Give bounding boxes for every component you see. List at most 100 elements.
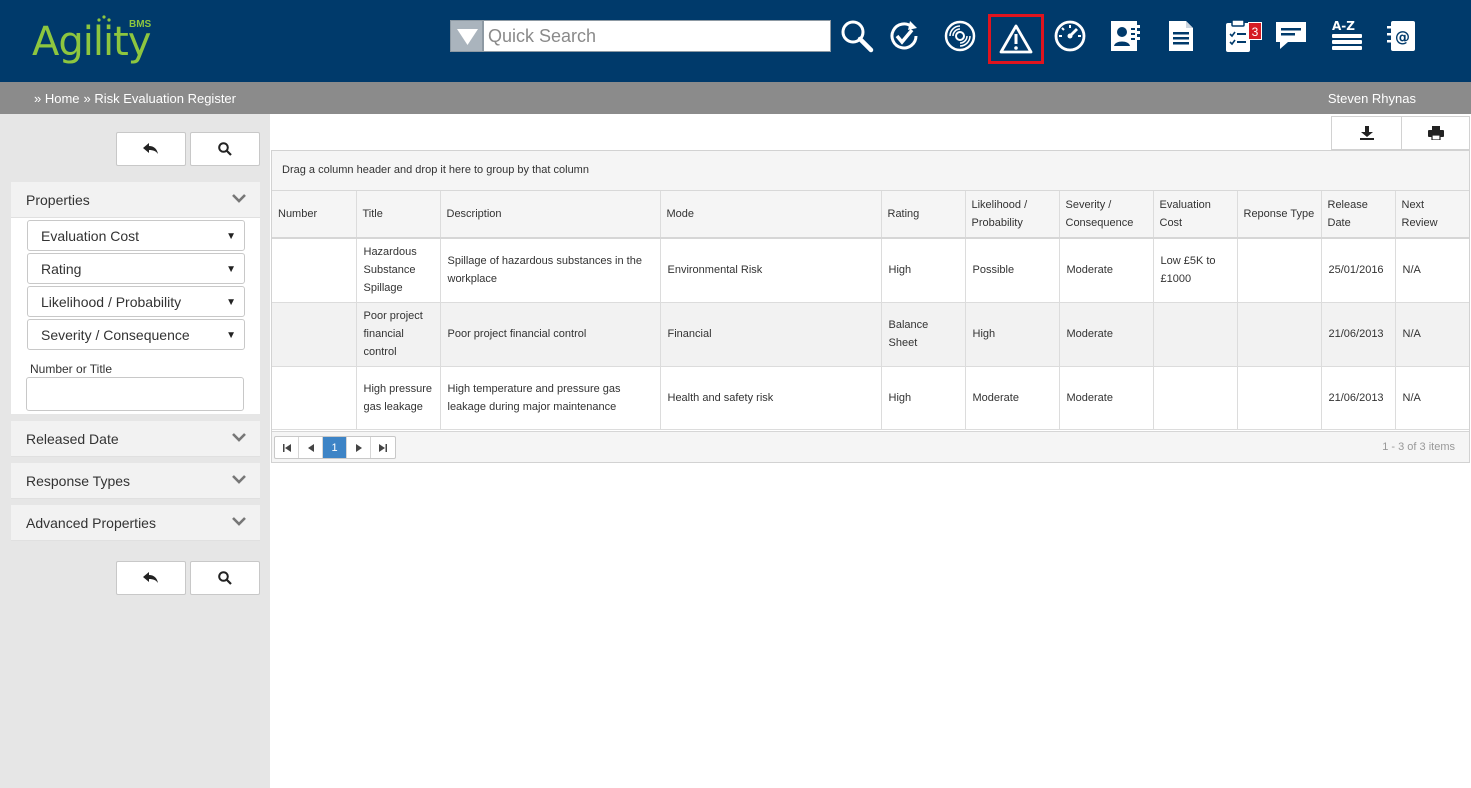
chevron-down-icon xyxy=(232,475,246,484)
address-book-button[interactable]: @ xyxy=(1381,16,1421,56)
pager-last-button[interactable] xyxy=(371,437,395,458)
export-button[interactable] xyxy=(1332,117,1401,149)
cell-mode: Environmental Risk xyxy=(660,238,882,303)
refresh-check-icon xyxy=(890,21,918,50)
dashboard-button[interactable] xyxy=(1050,16,1090,56)
chevron-down-icon xyxy=(232,517,246,526)
dropdown-label: Evaluation Cost xyxy=(41,228,140,244)
back-button-bottom[interactable] xyxy=(116,561,186,595)
group-drop-area[interactable]: Drag a column header and drop it here to… xyxy=(272,151,1469,191)
evaluation-cost-dropdown[interactable]: Evaluation Cost ▼ xyxy=(27,220,245,251)
cell-likelihood: High xyxy=(965,302,1060,367)
svg-text:A-Z: A-Z xyxy=(1332,19,1355,33)
table-row[interactable]: High pressure gas leakage High temperatu… xyxy=(272,366,1469,430)
back-arrow-icon xyxy=(143,572,158,583)
search-filter-toggle[interactable] xyxy=(450,20,483,52)
released-date-header[interactable]: Released Date xyxy=(11,421,260,457)
tasks-button[interactable]: 3 xyxy=(1216,16,1262,56)
breadcrumb-home[interactable]: » Home xyxy=(34,91,80,106)
cell-rating: Balance Sheet xyxy=(881,302,966,367)
messages-button[interactable] xyxy=(1271,16,1311,56)
cell-severity: Moderate xyxy=(1059,238,1154,303)
chat-icon xyxy=(1276,22,1306,49)
col-release-date[interactable]: Release Date xyxy=(1321,191,1396,239)
pager-current-page[interactable]: 1 xyxy=(323,437,347,458)
last-page-icon xyxy=(379,443,387,452)
agility-logo[interactable]: Agility BMS xyxy=(30,14,160,68)
properties-panel: Properties Evaluation Cost ▼ Rating ▼ Like… xyxy=(11,182,260,414)
response-types-header[interactable]: Response Types xyxy=(11,463,260,499)
document-button[interactable] xyxy=(1161,16,1201,56)
disc-icon xyxy=(944,20,976,52)
svg-text:@: @ xyxy=(1395,28,1410,46)
actions-button[interactable] xyxy=(884,16,924,56)
grid-toolbar xyxy=(1331,116,1470,150)
breadcrumb-bar: » Home » Risk Evaluation Register Steven … xyxy=(0,82,1471,114)
pager-first-button[interactable] xyxy=(275,437,299,458)
cell-response xyxy=(1237,238,1322,303)
advanced-properties-header[interactable]: Advanced Properties xyxy=(11,505,260,541)
breadcrumb-current[interactable]: » Risk Evaluation Register xyxy=(84,91,236,106)
advanced-properties-panel[interactable]: Advanced Properties xyxy=(11,505,260,541)
col-rating[interactable]: Rating xyxy=(881,191,966,239)
risk-register-button[interactable] xyxy=(988,14,1044,64)
col-description[interactable]: Description xyxy=(440,191,661,239)
number-title-label: Number or Title xyxy=(30,362,113,376)
app-header: Agility BMS 3 A-Z @ xyxy=(0,0,1471,82)
search-icon xyxy=(841,20,874,53)
col-next-review[interactable]: Next Review xyxy=(1395,191,1469,239)
current-user[interactable]: Steven Rhynas xyxy=(1328,91,1416,106)
cell-number xyxy=(272,302,357,367)
caret-down-icon: ▼ xyxy=(226,231,236,242)
pager-prev-button[interactable] xyxy=(299,437,323,458)
back-arrow-icon xyxy=(143,143,158,154)
cell-description: High temperature and pressure gas leakag… xyxy=(440,366,661,430)
caret-down-icon: ▼ xyxy=(226,264,236,275)
table-row[interactable]: Poor project financial control Poor proj… xyxy=(272,302,1469,367)
prev-page-icon xyxy=(307,443,314,452)
col-number[interactable]: Number xyxy=(272,191,357,239)
cell-title-link[interactable]: Poor project financial control xyxy=(356,302,441,367)
search-button-bottom[interactable] xyxy=(190,561,260,595)
search-icon xyxy=(218,142,232,156)
index-button[interactable]: A-Z xyxy=(1327,16,1367,56)
warning-icon xyxy=(999,24,1033,54)
cell-title-link[interactable]: High pressure gas leakage xyxy=(356,366,441,430)
back-button-top[interactable] xyxy=(116,132,186,166)
print-button[interactable] xyxy=(1401,117,1470,149)
documents-disc-button[interactable] xyxy=(940,16,980,56)
severity-dropdown[interactable]: Severity / Consequence ▼ xyxy=(27,319,245,350)
released-date-panel[interactable]: Released Date xyxy=(11,421,260,457)
next-page-icon xyxy=(355,443,362,452)
contacts-icon xyxy=(1111,21,1140,51)
col-title[interactable]: Title xyxy=(356,191,441,239)
properties-header[interactable]: Properties xyxy=(11,182,260,218)
likelihood-dropdown[interactable]: Likelihood / Probability ▼ xyxy=(27,286,245,317)
search-button-top[interactable] xyxy=(190,132,260,166)
col-evaluation-cost[interactable]: Evaluation Cost xyxy=(1153,191,1238,239)
pager-next-button[interactable] xyxy=(347,437,371,458)
search-button[interactable] xyxy=(837,16,877,56)
table-header-row: Number Title Description Mode Rating Lik… xyxy=(272,191,1469,239)
cell-cost xyxy=(1153,302,1238,367)
download-icon xyxy=(1359,126,1374,140)
number-title-input[interactable] xyxy=(26,377,244,411)
cell-review: N/A xyxy=(1395,302,1469,367)
cell-rating: High xyxy=(881,366,966,430)
contacts-button[interactable] xyxy=(1105,16,1145,56)
col-severity[interactable]: Severity / Consequence xyxy=(1059,191,1154,239)
col-likelihood[interactable]: Likelihood / Probability xyxy=(965,191,1060,239)
cell-number xyxy=(272,238,357,303)
dropdown-label: Severity / Consequence xyxy=(41,327,190,343)
pager-buttons: 1 xyxy=(274,436,396,459)
col-response-type[interactable]: Reponse Type xyxy=(1237,191,1322,239)
col-mode[interactable]: Mode xyxy=(660,191,882,239)
caret-down-icon: ▼ xyxy=(226,330,236,341)
cell-release: 25/01/2016 xyxy=(1321,238,1396,303)
rating-dropdown[interactable]: Rating ▼ xyxy=(27,253,245,284)
cell-title-link[interactable]: Hazardous Substance Spillage xyxy=(356,238,441,303)
print-icon xyxy=(1428,126,1444,140)
table-row[interactable]: Hazardous Substance Spillage Spillage of… xyxy=(272,238,1469,303)
quick-search-input[interactable] xyxy=(483,20,831,52)
response-types-panel[interactable]: Response Types xyxy=(11,463,260,499)
